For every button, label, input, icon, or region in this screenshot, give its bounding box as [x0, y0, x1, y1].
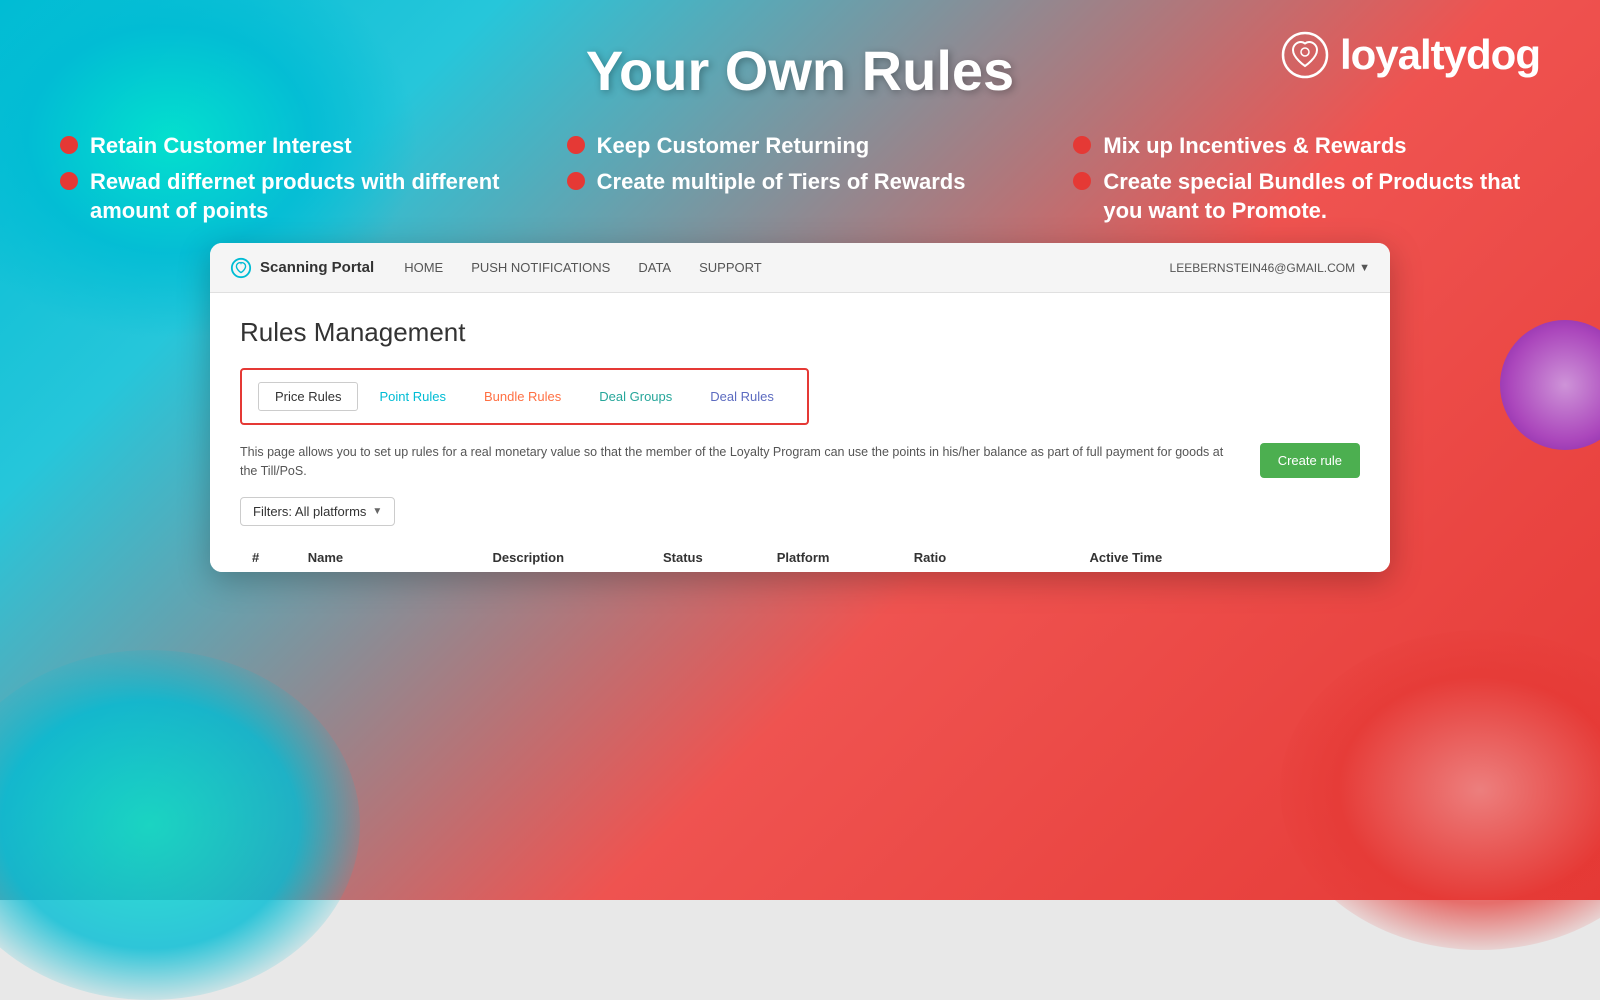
col-status: Status: [651, 542, 765, 572]
feature-item-5: Create multiple of Tiers of Rewards: [567, 168, 1034, 225]
nav-link-support[interactable]: SUPPORT: [699, 260, 762, 275]
col-active-time: Active Time: [1077, 542, 1250, 572]
col-name: Name: [296, 542, 481, 572]
tab-price-rules[interactable]: Price Rules: [258, 382, 358, 411]
tabs-container: Price Rules Point Rules Bundle Rules Dea…: [240, 368, 809, 425]
desc-row: This page allows you to set up rules for…: [240, 443, 1360, 481]
col-ratio: Ratio: [902, 542, 1078, 572]
col-num: #: [240, 542, 296, 572]
table-header-row: # Name Description Status Platform Ratio…: [240, 542, 1360, 572]
col-actions: [1250, 542, 1360, 572]
data-table: # Name Description Status Platform Ratio…: [240, 542, 1360, 572]
feature-text-1: Retain Customer Interest: [90, 132, 352, 161]
feature-text-6: Create special Bundles of Products that …: [1103, 168, 1540, 225]
loyaltydog-logo-icon: [1280, 30, 1330, 80]
bullet-dot-3: [1073, 136, 1091, 154]
filter-label: Filters: All platforms: [253, 504, 366, 519]
col-platform: Platform: [765, 542, 902, 572]
tab-bundle-rules[interactable]: Bundle Rules: [467, 382, 578, 411]
portal-card: Scanning Portal HOME PUSH NOTIFICATIONS …: [210, 243, 1390, 571]
table-header: # Name Description Status Platform Ratio…: [240, 542, 1360, 572]
filter-button[interactable]: Filters: All platforms ▼: [240, 497, 395, 526]
feature-text-5: Create multiple of Tiers of Rewards: [597, 168, 966, 197]
feature-item-6: Create special Bundles of Products that …: [1073, 168, 1540, 225]
nav-link-push[interactable]: PUSH NOTIFICATIONS: [471, 260, 610, 275]
nav-link-home[interactable]: HOME: [404, 260, 443, 275]
nav-link-data[interactable]: DATA: [638, 260, 671, 275]
features-grid: Retain Customer Interest Keep Customer R…: [60, 112, 1540, 244]
logo-text: loyaltydog: [1340, 31, 1540, 79]
header-area: Your Own Rules loyaltydog: [60, 0, 1540, 112]
description-text: This page allows you to set up rules for…: [240, 443, 1244, 481]
feature-item-1: Retain Customer Interest: [60, 132, 527, 161]
nav-brand-name: Scanning Portal: [260, 259, 374, 276]
bullet-dot-1: [60, 136, 78, 154]
bullet-dot-5: [567, 172, 585, 190]
col-description: Description: [481, 542, 651, 572]
scanning-portal-icon: [230, 257, 252, 279]
feature-item-4: Rewad differnet products with different …: [60, 168, 527, 225]
bullet-dot-6: [1073, 172, 1091, 190]
chevron-down-icon: ▼: [1359, 262, 1370, 274]
main-title: Your Own Rules: [360, 30, 1240, 102]
nav-user-email[interactable]: LEEBERNSTEIN46@GMAIL.COM ▼: [1170, 261, 1370, 275]
page-title: Rules Management: [240, 317, 1360, 348]
tab-deal-rules[interactable]: Deal Rules: [693, 382, 791, 411]
tab-deal-groups[interactable]: Deal Groups: [582, 382, 689, 411]
create-rule-button[interactable]: Create rule: [1260, 443, 1360, 478]
nav-bar: Scanning Portal HOME PUSH NOTIFICATIONS …: [210, 243, 1390, 293]
tab-point-rules[interactable]: Point Rules: [362, 382, 462, 411]
title-section: Your Own Rules: [360, 30, 1240, 102]
feature-text-3: Mix up Incentives & Rewards: [1103, 132, 1406, 161]
logo-section: loyaltydog: [1240, 30, 1540, 80]
feature-text-2: Keep Customer Returning: [597, 132, 870, 161]
bullet-dot-4: [60, 172, 78, 190]
filter-chevron-icon: ▼: [372, 506, 382, 517]
filter-row: Filters: All platforms ▼: [240, 497, 1360, 526]
nav-links: HOME PUSH NOTIFICATIONS DATA SUPPORT: [404, 260, 762, 275]
feature-text-4: Rewad differnet products with different …: [90, 168, 527, 225]
portal-body: Rules Management Price Rules Point Rules…: [210, 293, 1390, 571]
feature-item-3: Mix up Incentives & Rewards: [1073, 132, 1540, 161]
feature-item-2: Keep Customer Returning: [567, 132, 1034, 161]
content-wrapper: Your Own Rules loyaltydog Retain Custome…: [0, 0, 1600, 900]
nav-brand: Scanning Portal: [230, 257, 374, 279]
bullet-dot-2: [567, 136, 585, 154]
